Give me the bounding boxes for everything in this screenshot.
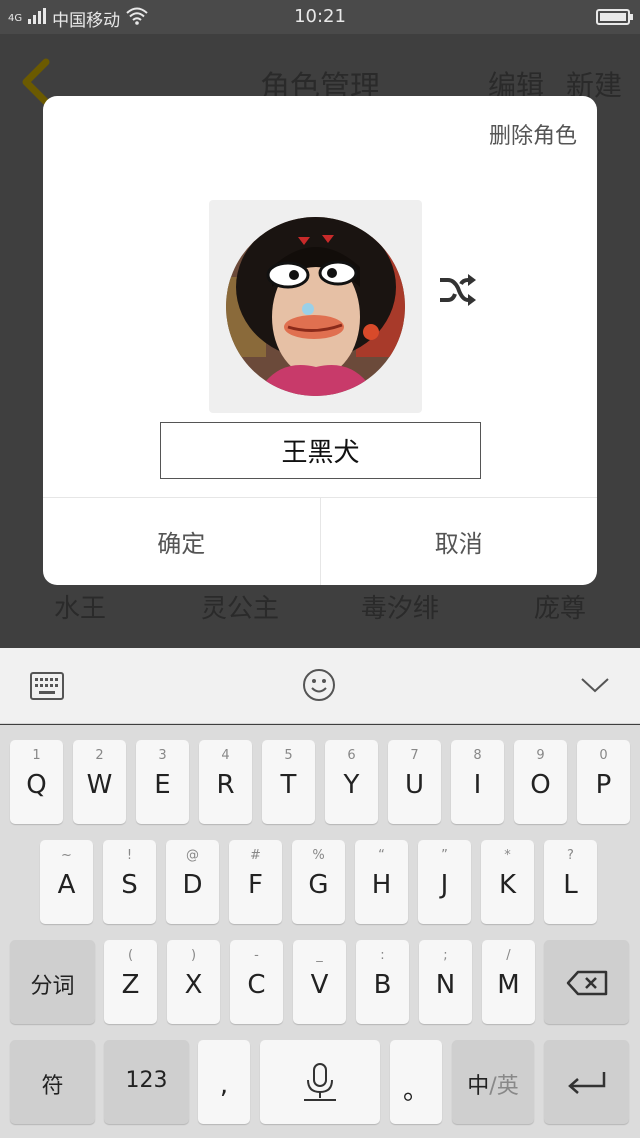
key-v[interactable]: _ V: [293, 940, 346, 1024]
period-key[interactable]: 。: [390, 1040, 442, 1124]
key-h[interactable]: “H: [355, 840, 408, 924]
keyboard-icon[interactable]: [30, 672, 64, 704]
enter-icon: [568, 1072, 606, 1094]
keyboard-toolbar: [0, 648, 640, 724]
lang-active: 中: [467, 1074, 490, 1099]
key-i[interactable]: 8I: [451, 740, 504, 824]
lang-separator: /: [489, 1074, 497, 1099]
role-name-input[interactable]: [160, 422, 481, 479]
key-y[interactable]: 6Y: [325, 740, 378, 824]
key-d[interactable]: @ D: [166, 840, 219, 924]
dialog-footer: 确定 取消: [43, 497, 597, 585]
cancel-button[interactable]: 取消: [319, 498, 598, 585]
soft-keyboard: 1Q2W3E4R5T6Y7U8I9O0P ~ A! S @ D # F% G “H” J * K? L …: [0, 725, 640, 1138]
key-p[interactable]: 0P: [577, 740, 630, 824]
key-q[interactable]: 1Q: [10, 740, 63, 824]
clock: 10:21: [294, 6, 346, 27]
key-b[interactable]: :B: [356, 940, 409, 1024]
microphone-icon: [304, 1063, 336, 1101]
role-name[interactable]: 毒汐绯: [320, 588, 480, 625]
key-f[interactable]: # F: [229, 840, 282, 924]
key-a[interactable]: ~ A: [40, 840, 93, 924]
key-m[interactable]: / M: [482, 940, 535, 1024]
shuffle-icon[interactable]: [438, 272, 478, 308]
key-j[interactable]: ” J: [418, 840, 471, 924]
edit-role-dialog: 删除角色 王黑犬 确定 取消: [43, 96, 597, 585]
confirm-button[interactable]: 确定: [43, 498, 320, 585]
key-t[interactable]: 5T: [262, 740, 315, 824]
collapse-keyboard-icon[interactable]: [580, 676, 610, 698]
role-name[interactable]: 水王: [0, 588, 160, 625]
avatar[interactable]: [226, 217, 405, 396]
key-k[interactable]: * K: [481, 840, 534, 924]
enter-key[interactable]: [544, 1040, 629, 1124]
lang-inactive: 英: [496, 1074, 519, 1099]
backspace-icon: [566, 970, 608, 996]
key-x[interactable]: ) X: [167, 940, 220, 1024]
space-key[interactable]: [260, 1040, 380, 1124]
role-name[interactable]: 庞尊: [480, 588, 640, 625]
comma-key[interactable]: ,: [198, 1040, 250, 1124]
role-name-row: 水王 灵公主 毒汐绯 庞尊: [0, 588, 640, 625]
key-g[interactable]: % G: [292, 840, 345, 924]
key-z[interactable]: (Z: [104, 940, 157, 1024]
emoji-icon[interactable]: [302, 668, 336, 706]
avatar-frame[interactable]: [209, 200, 422, 413]
key-w[interactable]: 2W: [73, 740, 126, 824]
key-u[interactable]: 7U: [388, 740, 441, 824]
segment-key[interactable]: 分词: [10, 940, 95, 1024]
key-r[interactable]: 4R: [199, 740, 252, 824]
number-key[interactable]: 123: [104, 1040, 189, 1124]
key-c[interactable]: -C: [230, 940, 283, 1024]
status-bar: 4G 中国移动 10:21: [0, 0, 640, 34]
symbol-key[interactable]: 符: [10, 1040, 95, 1124]
language-switch-key[interactable]: 中/英: [452, 1040, 534, 1124]
delete-role-button[interactable]: 删除角色: [489, 118, 577, 150]
key-n[interactable]: ; N: [419, 940, 472, 1024]
backspace-key[interactable]: [544, 940, 629, 1024]
role-name[interactable]: 灵公主: [160, 588, 320, 625]
key-s[interactable]: ! S: [103, 840, 156, 924]
key-o[interactable]: 9O: [514, 740, 567, 824]
battery-icon: [596, 9, 633, 25]
key-l[interactable]: ? L: [544, 840, 597, 924]
key-e[interactable]: 3E: [136, 740, 189, 824]
